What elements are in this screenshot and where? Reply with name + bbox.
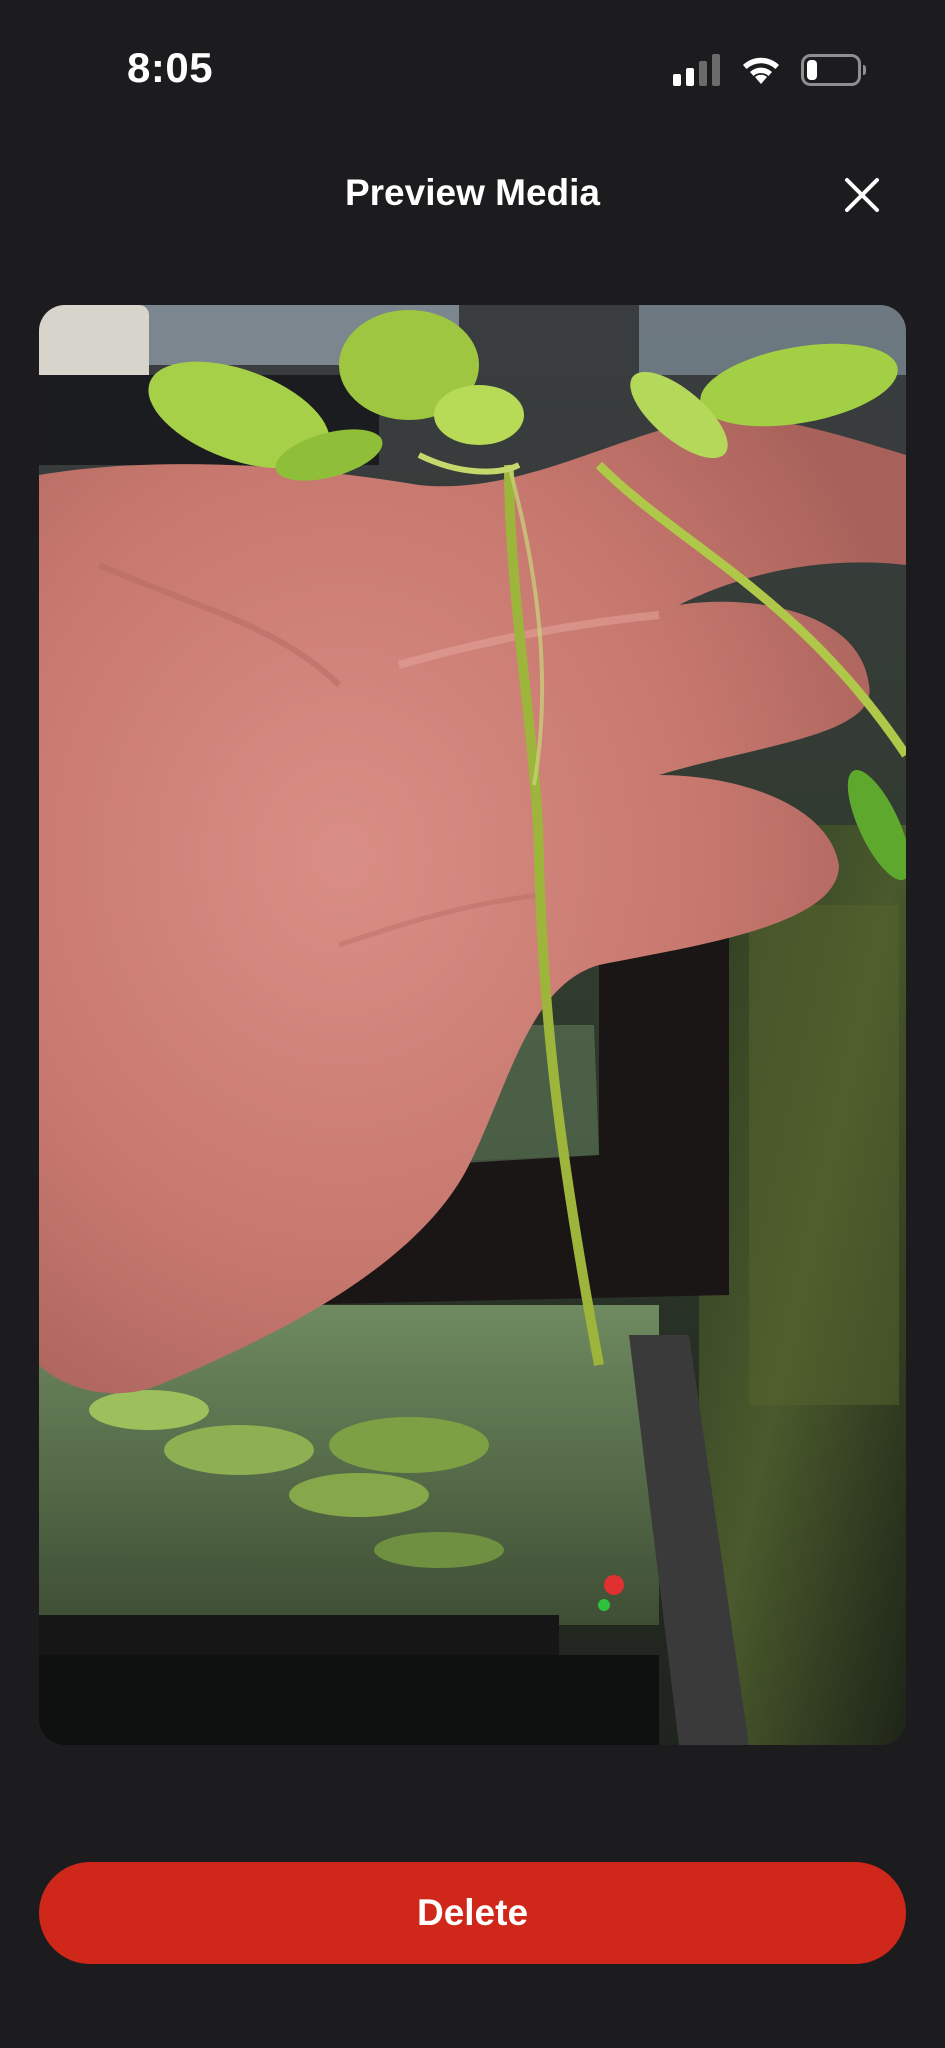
battery-icon [801, 54, 866, 86]
cellular-signal-icon [673, 54, 720, 86]
status-icons [673, 52, 867, 88]
close-button[interactable] [837, 170, 887, 220]
wifi-icon [743, 57, 779, 84]
header: Preview Media [0, 150, 945, 240]
close-icon [845, 178, 879, 212]
status-bar: 8:05 [0, 0, 945, 120]
status-time: 8:05 [127, 44, 214, 91]
media-preview[interactable] [39, 305, 906, 1745]
preview-photo [39, 305, 906, 1745]
delete-button[interactable]: Delete [39, 1862, 906, 1964]
page-title: Preview Media [344, 172, 600, 213]
